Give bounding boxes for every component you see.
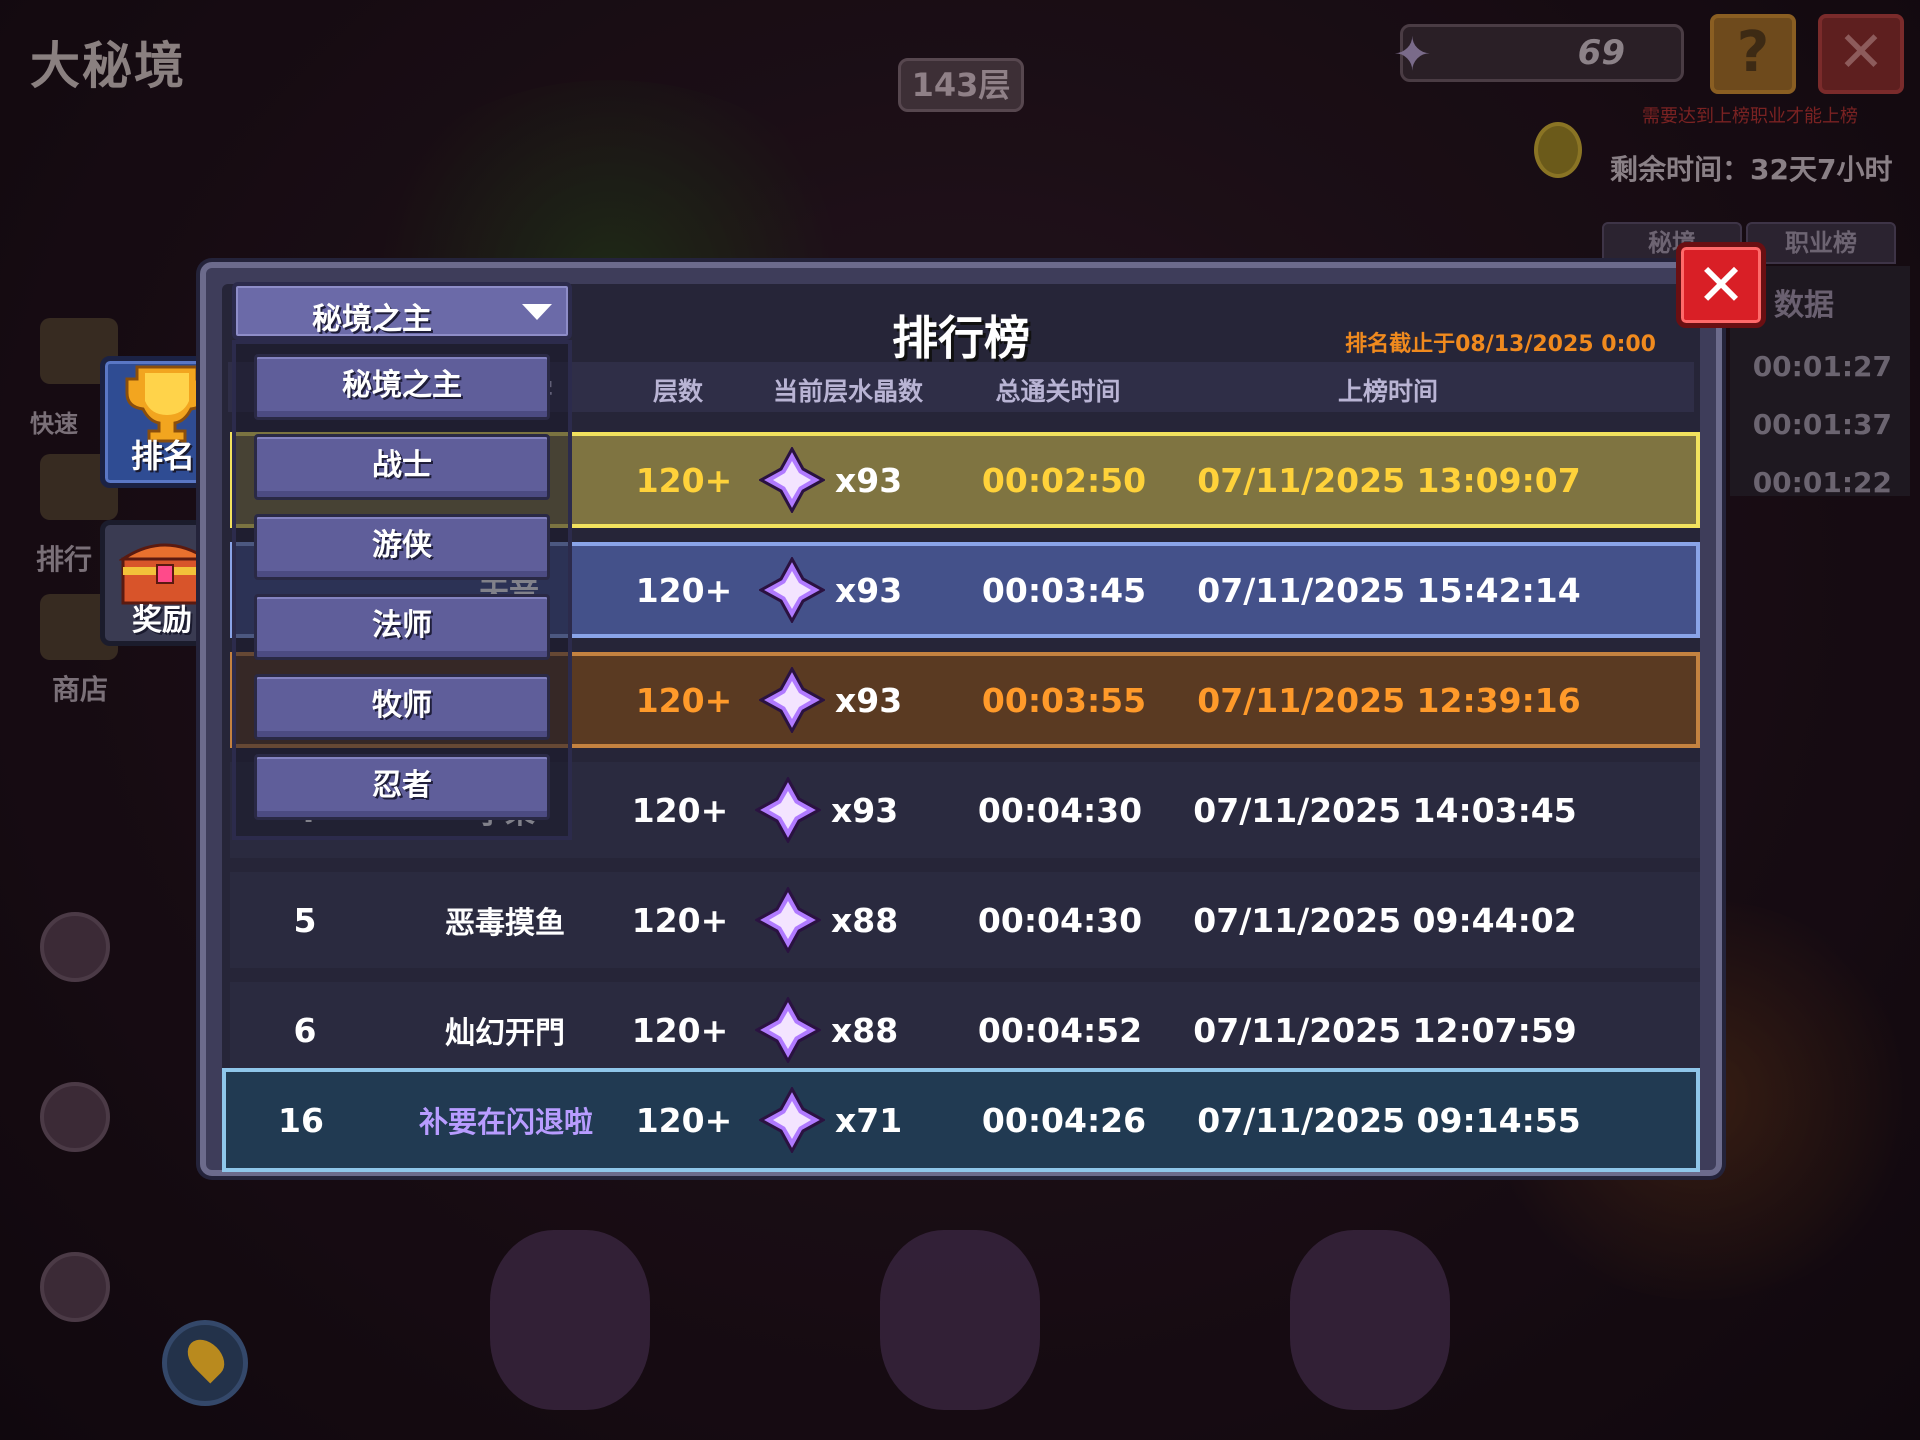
chevron-down-icon: [522, 304, 552, 320]
ranking-cutoff: 排名截止于08/13/2025 0:00: [1345, 332, 1656, 357]
stats-time: 00:01:27: [1752, 350, 1892, 383]
close-button[interactable]: ✕: [1676, 242, 1766, 328]
rank-cell: 6: [293, 1010, 317, 1050]
nav-shop[interactable]: 商店: [52, 668, 108, 708]
lamp-icon: [40, 1082, 110, 1152]
dropdown-option-ninja[interactable]: 忍者: [254, 754, 550, 820]
crystal-cell: x71: [757, 1072, 959, 1168]
screen-title: 大秘境: [30, 37, 186, 95]
floor-cell: 120+: [635, 1100, 733, 1140]
floor-cell: 120+: [635, 570, 733, 610]
dropdown-option-realm-master[interactable]: 秘境之主: [254, 354, 550, 420]
crystal-count: x93: [831, 790, 899, 830]
player-name: 恶毒摸鱼: [445, 906, 565, 941]
crystal-icon: [753, 885, 823, 955]
crystal-cell: x93: [753, 762, 955, 858]
crystal-count: x88: [831, 900, 899, 940]
crystal-count: x88: [831, 1010, 899, 1050]
total-time: 00:03:55: [981, 680, 1147, 720]
crystal-cell: x88: [753, 982, 955, 1078]
col-floor: 层数: [652, 377, 703, 406]
floor-badge: 143层: [898, 58, 1024, 112]
dropdown-selected: 秘境之主: [312, 302, 432, 337]
floor-cell: 120+: [635, 680, 733, 720]
total-time: 00:04:52: [977, 1010, 1143, 1050]
screen-close-button[interactable]: ✕: [1818, 14, 1904, 94]
total-time: 00:02:50: [981, 460, 1147, 500]
crystal-icon: [757, 665, 827, 735]
remaining-time: 剩余时间：32天7小时: [1534, 122, 1904, 186]
listed-time: 07/11/2025 09:14:55: [1197, 1100, 1581, 1140]
crystal-cell: x93: [757, 546, 959, 634]
floor-cell: 120+: [635, 460, 733, 500]
crystal-count: 69: [1577, 33, 1625, 73]
col-crystals: 当前层水晶数: [772, 377, 923, 406]
dropdown-menu: 秘境之主 战士 游侠 法师 牧师 忍者: [232, 340, 572, 840]
listed-time: 07/11/2025 15:42:14: [1197, 570, 1581, 610]
rank-cell: 5: [293, 900, 317, 940]
floor-cell: 120+: [631, 900, 729, 940]
nav-quick[interactable]: 快速: [30, 404, 78, 439]
col-total-time: 总通关时间: [995, 377, 1121, 406]
category-dropdown[interactable]: 秘境之主: [232, 282, 572, 340]
dropdown-option-ranger[interactable]: 游侠: [254, 514, 550, 580]
background-crystal: [880, 1230, 1040, 1410]
col-listed-time: 上榜时间: [1337, 377, 1438, 406]
tab-class-ranking[interactable]: 职业榜: [1746, 222, 1896, 264]
dropdown-option-mage[interactable]: 法师: [254, 594, 550, 660]
crystal-icon: [753, 995, 823, 1065]
player-name: 灿幻开門: [445, 1016, 565, 1051]
crystal-count: x93: [835, 680, 903, 720]
background-crystal: [490, 1230, 650, 1410]
dropdown-option-priest[interactable]: 牧师: [254, 674, 550, 740]
crystal-cell: x93: [757, 436, 959, 524]
listed-time: 07/11/2025 12:39:16: [1197, 680, 1581, 720]
stats-time: 00:01:37: [1752, 408, 1892, 441]
my-rank-row[interactable]: 16 补要在闪退啦 120+ x71 00:04:26 07/11/2025 0…: [222, 1068, 1700, 1172]
total-time: 00:04:26: [981, 1100, 1147, 1140]
crystal-icon: [753, 775, 823, 845]
crystal-cell: x88: [753, 872, 955, 968]
crystal-count: x93: [835, 460, 903, 500]
crystal-icon: [757, 1085, 827, 1155]
crystal-count: x93: [835, 570, 903, 610]
stats-header: 数据: [1774, 288, 1834, 323]
listed-time: 07/11/2025 14:03:45: [1193, 790, 1577, 830]
floor-cell: 120+: [631, 790, 729, 830]
floor-cell: 120+: [631, 1010, 729, 1050]
player-name: 补要在闪退啦: [418, 1105, 593, 1139]
dropdown-option-warrior[interactable]: 战士: [254, 434, 550, 500]
nav-ranking[interactable]: 排行: [36, 538, 92, 578]
listed-time: 07/11/2025 09:44:02: [1193, 900, 1577, 940]
lamp-icon: [40, 912, 110, 982]
map-location-button[interactable]: [162, 1320, 248, 1406]
crystal-icon: [757, 445, 827, 515]
rank-cell: 16: [278, 1100, 324, 1140]
crystal-icon: ✦: [1393, 27, 1432, 81]
stopwatch-icon: [1534, 122, 1582, 178]
crystal-icon: [757, 555, 827, 625]
listed-time: 07/11/2025 13:09:07: [1197, 460, 1581, 500]
close-icon: ✕: [1696, 251, 1746, 319]
help-button[interactable]: ?: [1710, 14, 1796, 94]
remaining-time-text: 剩余时间：32天7小时: [1610, 153, 1893, 186]
total-time: 00:03:45: [981, 570, 1147, 610]
crystal-count: x71: [835, 1100, 903, 1140]
table-row[interactable]: 5 恶毒摸鱼 120+ x88 00:04:30 07/11/2025 09:4…: [230, 872, 1700, 968]
crystal-counter: ✦ 69: [1393, 24, 1684, 82]
listed-time: 07/11/2025 12:07:59: [1193, 1010, 1577, 1050]
total-time: 00:04:30: [977, 900, 1143, 940]
location-pin-icon: [180, 1332, 232, 1384]
total-time: 00:04:30: [977, 790, 1143, 830]
crystal-cell: x93: [757, 656, 959, 744]
background-crystal: [1290, 1230, 1450, 1410]
table-row[interactable]: 6 灿幻开門 120+ x88 00:04:52 07/11/2025 12:0…: [230, 982, 1700, 1078]
lamp-icon: [40, 1252, 110, 1322]
stats-time: 00:01:22: [1752, 466, 1892, 499]
